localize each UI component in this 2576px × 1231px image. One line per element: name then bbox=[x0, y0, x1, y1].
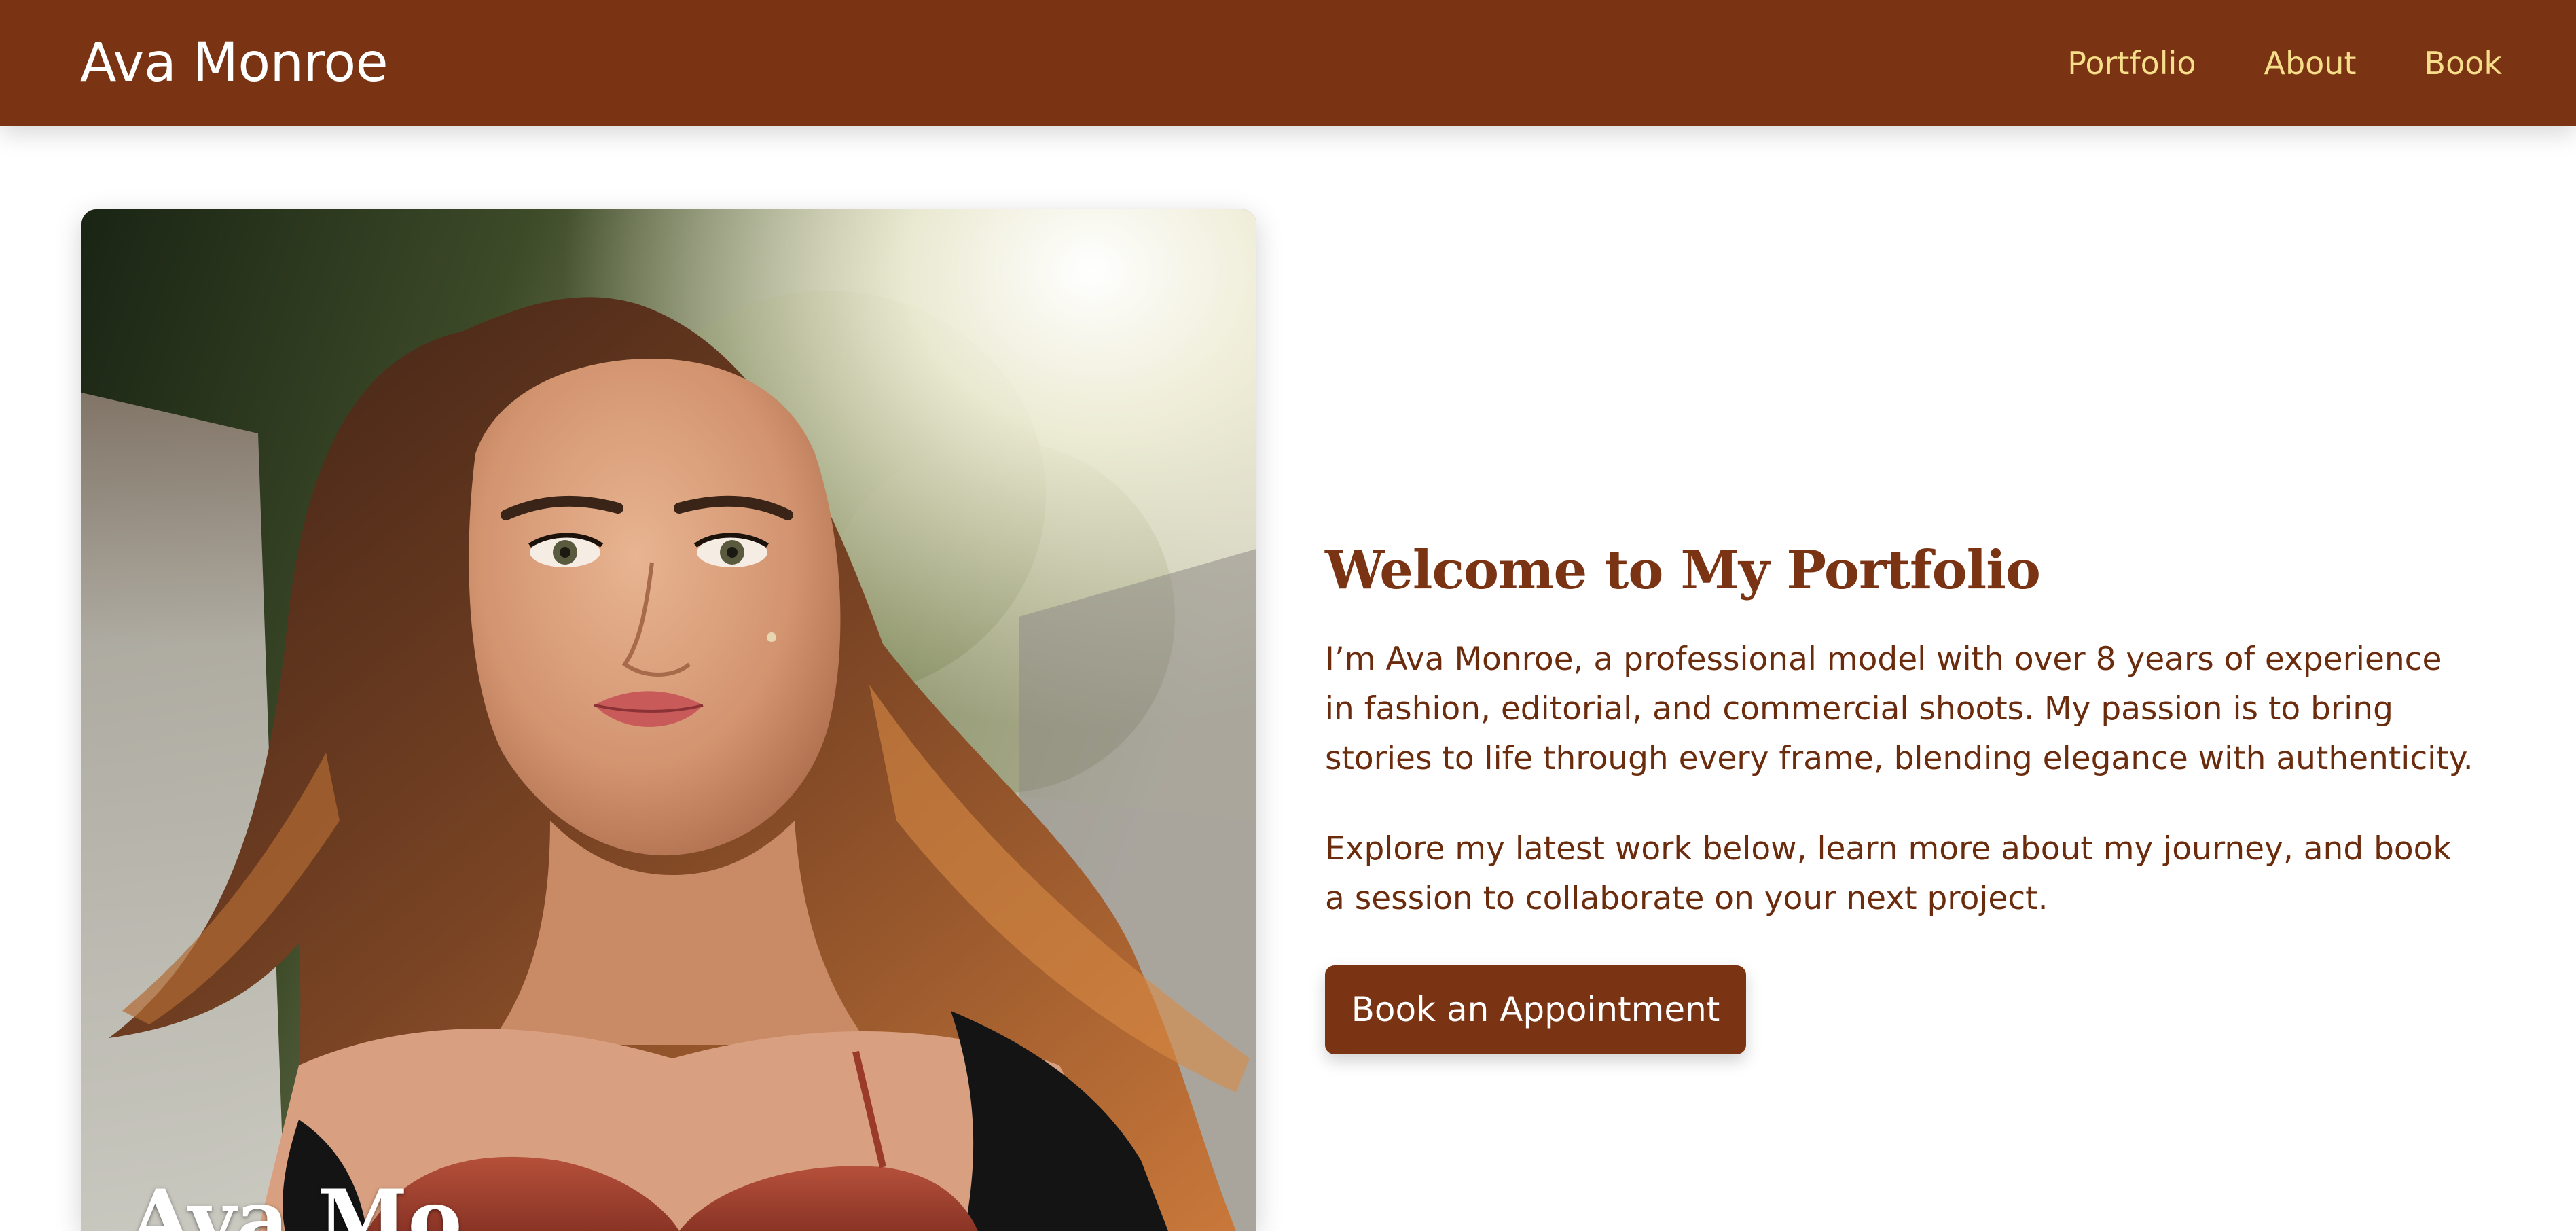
intro-paragraph-explore: Explore my latest work below, learn more… bbox=[1325, 830, 2452, 917]
nav-link-about[interactable]: About bbox=[2264, 45, 2357, 82]
intro-paragraph-bio: I’m Ava Monroe, a professional model wit… bbox=[1325, 641, 2473, 777]
nav-link-book[interactable]: Book bbox=[2425, 45, 2502, 82]
book-appointment-button[interactable]: Book an Appointment bbox=[1325, 965, 1746, 1054]
intro-title: Welcome to My Portfolio bbox=[1325, 539, 2041, 601]
photo-caption: Ava Mo bbox=[129, 1172, 462, 1231]
intro-section: Welcome to My Portfolio I’m Ava Monroe, … bbox=[1325, 530, 2480, 1054]
main-nav: Portfolio About Book bbox=[2067, 0, 2502, 126]
site-header: Ava Monroe Portfolio About Book bbox=[0, 0, 2576, 126]
hero-portrait-photo: Ava Mo bbox=[81, 209, 1256, 1231]
nav-link-portfolio[interactable]: Portfolio bbox=[2067, 45, 2196, 82]
portrait-illustration bbox=[81, 209, 1256, 1231]
brand-name[interactable]: Ava Monroe bbox=[80, 0, 388, 126]
